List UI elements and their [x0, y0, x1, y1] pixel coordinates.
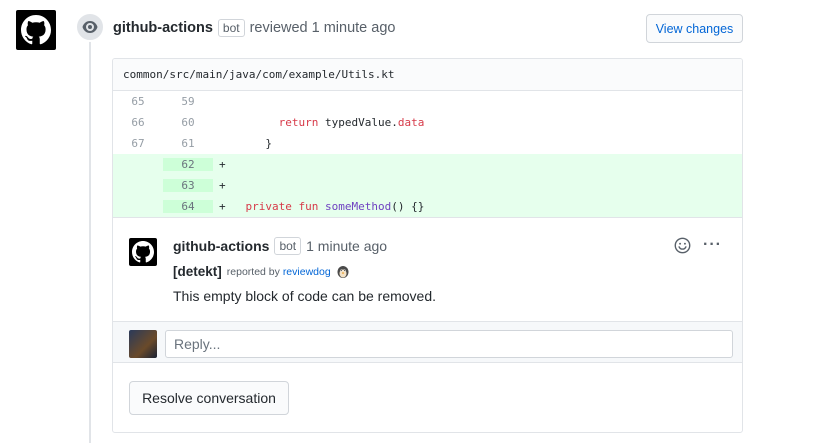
comment-source: [detekt] reported by reviewdog	[173, 264, 350, 279]
diff-add-marker: +	[219, 200, 226, 213]
code-keyword: return	[278, 116, 319, 129]
new-line-number[interactable]: 63	[163, 179, 213, 192]
code-keyword: fun	[298, 200, 319, 213]
code-property: data	[397, 116, 425, 129]
eye-icon	[75, 12, 105, 42]
resolve-area: Resolve conversation	[113, 363, 742, 432]
comment-timestamp-link[interactable]: 1 minute ago	[306, 238, 387, 254]
tool-tag: [detekt]	[173, 264, 222, 279]
new-line-number[interactable]: 59	[163, 95, 213, 108]
diff-row: 67 61 }	[113, 133, 742, 154]
file-path-header: common/src/main/java/com/example/Utils.k…	[113, 59, 742, 91]
timeline-line	[89, 40, 91, 443]
add-reaction-button[interactable]	[674, 237, 691, 259]
smiley-icon	[674, 237, 691, 254]
old-line-number[interactable]: 66	[113, 116, 163, 129]
code-line: return typedValue.data	[213, 116, 742, 129]
reported-by-text: reported by reviewdog	[226, 265, 331, 278]
new-line-number[interactable]: 64	[163, 200, 213, 213]
comment-header: github-actions bot 1 minute ago	[173, 237, 387, 255]
commenter-name-link[interactable]: github-actions	[173, 238, 269, 254]
more-options-button[interactable]: ···	[703, 236, 722, 254]
diff-row: 66 60 return typedValue.data	[113, 112, 742, 133]
code-line: }	[213, 137, 742, 150]
old-line-number[interactable]: 65	[113, 95, 163, 108]
review-comment: github-actions bot 1 minute ago [detekt]…	[113, 217, 742, 321]
code-function-name: someMethod	[324, 200, 392, 213]
code-text: typedValue.	[318, 116, 398, 129]
current-user-avatar[interactable]	[129, 330, 157, 358]
file-path-link[interactable]: common/src/main/java/com/example/Utils.k…	[123, 68, 395, 81]
new-line-number[interactable]: 61	[163, 137, 213, 150]
review-thread: common/src/main/java/com/example/Utils.k…	[112, 58, 743, 433]
review-action-text: reviewed 1 minute ago	[249, 20, 396, 36]
reply-row	[113, 321, 742, 363]
review-header: github-actions bot reviewed 1 minute ago	[113, 19, 395, 37]
reviewer-name-link[interactable]: github-actions	[113, 20, 213, 36]
bot-badge: bot	[274, 237, 302, 255]
code-text: }	[265, 137, 272, 150]
diff-add-marker: +	[219, 179, 226, 192]
github-octocat-icon	[132, 241, 154, 263]
commenter-avatar[interactable]	[129, 238, 157, 266]
diff-table: 65 59 66 60 return typedValue.data 67 61…	[113, 91, 742, 217]
resolve-conversation-button[interactable]: Resolve conversation	[129, 381, 289, 415]
diff-row-added: 63 +	[113, 175, 742, 196]
github-octocat-icon	[21, 15, 51, 45]
diff-row: 65 59	[113, 91, 742, 112]
comment-body: This empty block of code can be removed.	[173, 288, 437, 304]
diff-row-added: 62 +	[113, 154, 742, 175]
reviewdog-icon	[337, 266, 349, 278]
diff-add-marker: +	[219, 158, 226, 171]
code-line: + private fun someMethod() {}	[213, 200, 742, 213]
old-line-number[interactable]: 67	[113, 137, 163, 150]
code-text: () {}	[391, 200, 425, 213]
new-line-number[interactable]: 60	[163, 116, 213, 129]
code-line: +	[213, 158, 742, 171]
code-line: +	[213, 179, 742, 192]
code-keyword: private	[245, 200, 292, 213]
new-line-number[interactable]: 62	[163, 158, 213, 171]
view-changes-button[interactable]: View changes	[646, 14, 743, 43]
diff-row-added: 64 + private fun someMethod() {}	[113, 196, 742, 217]
reviewer-avatar[interactable]	[16, 10, 56, 50]
reply-input[interactable]	[165, 330, 733, 358]
reviewdog-link[interactable]: reviewdog	[283, 266, 331, 278]
bot-badge: bot	[217, 19, 245, 37]
